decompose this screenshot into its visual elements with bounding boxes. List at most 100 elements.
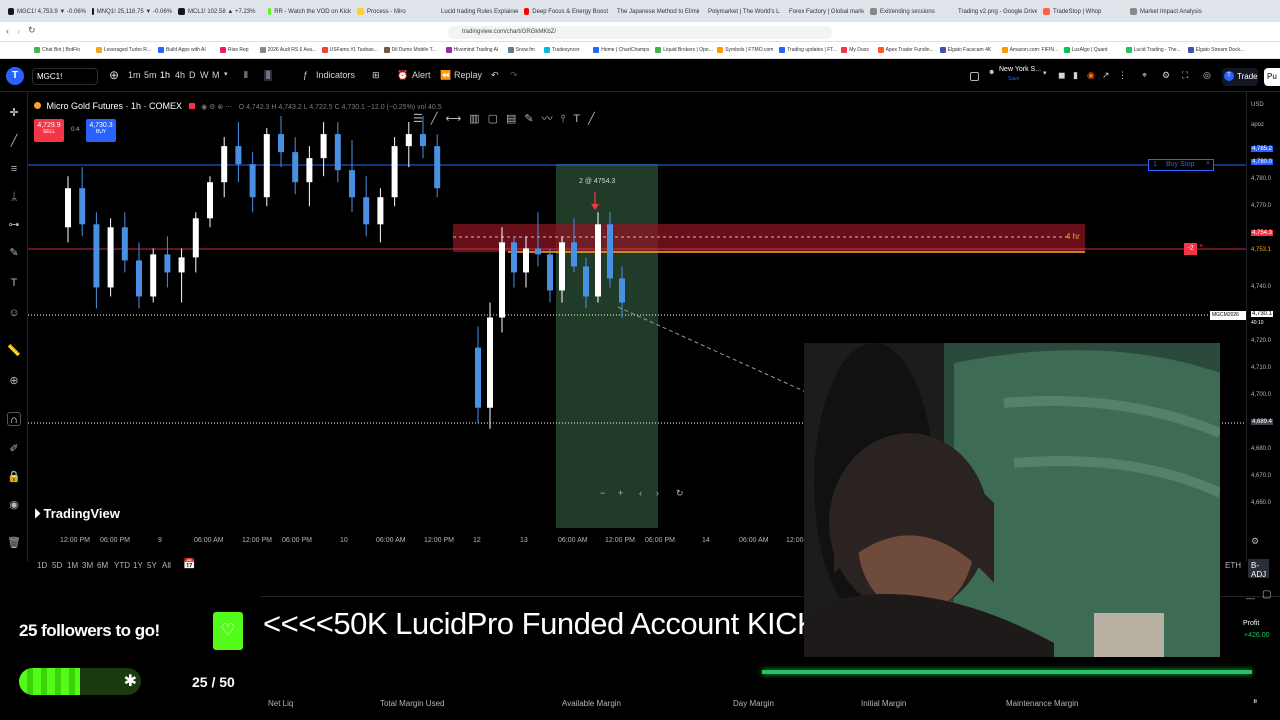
- range-6m[interactable]: 6M: [97, 561, 108, 570]
- browser-tab[interactable]: Deep Focus & Energy Boost: [524, 5, 608, 18]
- interval-w[interactable]: W: [200, 70, 209, 80]
- interval-m[interactable]: M: [212, 70, 220, 80]
- interval-4h[interactable]: 4h: [175, 70, 185, 80]
- alert-button[interactable]: Alert: [412, 70, 431, 80]
- cursor-icon[interactable]: ✛: [7, 106, 21, 120]
- bookmark-item[interactable]: Symbols | FTMO.com: [717, 47, 773, 53]
- trendline-icon[interactable]: ╱: [7, 134, 21, 148]
- bookmark-item[interactable]: Chat Bot | BotFlo: [34, 47, 80, 53]
- scroll-right-icon[interactable]: ›: [656, 488, 659, 498]
- interval-1m[interactable]: 1m: [128, 70, 141, 80]
- forecast-icon[interactable]: ⊶: [7, 218, 21, 232]
- symbol-search-button[interactable]: MGC1!: [32, 68, 98, 85]
- bookmark-item[interactable]: My Duos: [841, 47, 869, 53]
- brush-icon[interactable]: ✎: [7, 246, 21, 260]
- range-5y[interactable]: 5Y: [147, 561, 157, 570]
- range-ytd[interactable]: YTD: [114, 561, 130, 570]
- redo-icon[interactable]: ↷: [510, 70, 518, 81]
- zoom-in-icon[interactable]: +: [618, 488, 623, 498]
- scale-settings-icon[interactable]: ⚙: [1251, 536, 1259, 547]
- stay-drawing-icon[interactable]: ✐: [7, 442, 21, 456]
- forward-icon[interactable]: ›: [17, 26, 20, 36]
- zoom-icon[interactable]: ⊕: [7, 374, 21, 388]
- goto-date-icon[interactable]: 📅: [183, 559, 195, 570]
- layout-checkbox[interactable]: [970, 72, 979, 81]
- bookmark-item[interactable]: Trading updates | FT...: [779, 47, 837, 53]
- undo-icon[interactable]: ↶: [491, 70, 499, 81]
- browser-tab[interactable]: MNQ1! 25,116.75 ▼ -0.06%: [92, 5, 172, 18]
- bookmark-item[interactable]: Apex Trader Fundin...: [877, 47, 934, 53]
- candles-icon[interactable]: ⫼: [264, 70, 273, 81]
- link-icon[interactable]: ↗: [1102, 70, 1110, 81]
- bookmark-item[interactable]: 2026 Audi RS 6 Ava...: [259, 47, 316, 53]
- bookmark-item[interactable]: USFams #1 Taobao...: [321, 47, 378, 53]
- alert-icon[interactable]: ⏰: [397, 70, 408, 81]
- phone-icon[interactable]: ▮: [1073, 70, 1078, 81]
- bookmark-item[interactable]: Snow.fm: [507, 47, 535, 53]
- fib-icon[interactable]: ≡: [7, 162, 21, 176]
- bookmark-item[interactable]: Hivemind Trading AI: [445, 47, 498, 53]
- back-icon[interactable]: ‹: [6, 26, 9, 36]
- user-avatar[interactable]: T: [6, 67, 24, 85]
- position-tag[interactable]: -2 ×: [1184, 243, 1210, 255]
- browser-tab[interactable]: Process - Miro: [357, 5, 432, 18]
- currency-label[interactable]: USD: [1251, 102, 1264, 108]
- browser-tab[interactable]: TradeStop | Whop: [1043, 5, 1124, 18]
- eth-toggle[interactable]: ETH: [1225, 561, 1241, 570]
- settings-icon[interactable]: ⚙: [1162, 70, 1170, 81]
- replay-icon[interactable]: ⏪: [440, 70, 451, 81]
- bookmark-item[interactable]: Tradesyncer: [544, 47, 580, 53]
- browser-tab[interactable]: RR - Watch the VOD on Kick: [268, 5, 351, 18]
- bookmark-item[interactable]: LuxAlgo | Quant: [1063, 47, 1107, 53]
- range-1y[interactable]: 1Y: [133, 561, 143, 570]
- buy-stop-close-icon[interactable]: ×: [1206, 160, 1210, 167]
- bookmark-item[interactable]: Rise Rep: [220, 47, 249, 53]
- bookmark-item[interactable]: Build Apps with AI: [158, 47, 206, 53]
- browser-tab[interactable]: MCL1! 102.58 ▲ +7.23%: [178, 5, 262, 18]
- scale-mode-label[interactable]: apoz: [1251, 122, 1264, 128]
- timezone-label[interactable]: New York S...: [999, 66, 1041, 73]
- range-1m[interactable]: 1M: [67, 561, 78, 570]
- layouts-icon[interactable]: ⊞: [372, 70, 380, 81]
- fav-tools-icon[interactable]: ☰╱⟷▥▢▤✎〰⫯T╱: [413, 113, 603, 125]
- publish-button[interactable]: Pu: [1264, 68, 1280, 86]
- bookmark-item[interactable]: Dil Dumo Mobile T...: [383, 47, 436, 53]
- indicators-icon[interactable]: ƒ: [303, 70, 308, 80]
- interval-d[interactable]: D: [189, 70, 196, 80]
- snapshot-icon[interactable]: ◎: [1203, 70, 1211, 81]
- ruler-icon[interactable]: 📏: [7, 344, 21, 358]
- buy-stop-order-tag[interactable]: 1 Buy Stop ×: [1148, 159, 1214, 171]
- menu-icon[interactable]: ⋮: [1118, 70, 1127, 81]
- layout-icon[interactable]: ◉: [1087, 70, 1095, 81]
- reload-icon[interactable]: ↻: [28, 25, 36, 36]
- url-field[interactable]: tradingview.com/chart/GRGkMKbZ/: [448, 26, 832, 39]
- legend-title[interactable]: Micro Gold Futures · 1h · COMEX: [47, 101, 183, 111]
- add-compare-icon[interactable]: ⊕: [109, 68, 119, 82]
- magnet-icon[interactable]: ∩: [7, 412, 21, 426]
- target-icon[interactable]: ⌖: [1142, 70, 1147, 81]
- buy-button[interactable]: 4,730.3 BUY: [86, 119, 116, 142]
- lock-icon[interactable]: 🔒: [7, 470, 21, 484]
- browser-tab[interactable]: Lucid trading Rules Explained: [438, 5, 518, 18]
- browser-tab[interactable]: Forex Factory | Global markets for: [786, 5, 864, 18]
- bookmark-item[interactable]: Home | ChartChamps: [593, 47, 649, 53]
- interval-5m[interactable]: 5m: [144, 70, 157, 80]
- range-3m[interactable]: 3M: [82, 561, 93, 570]
- trash-icon[interactable]: 🗑: [7, 536, 21, 550]
- browser-tab[interactable]: The Japanese Method to Eliminate: [614, 5, 699, 18]
- browser-tab[interactable]: Trading v2.png - Google Drive: [955, 5, 1037, 18]
- sell-button[interactable]: 4,729.9 SELL: [34, 119, 64, 142]
- hide-icon[interactable]: ◉: [7, 498, 21, 512]
- range-1d[interactable]: 1D: [37, 561, 47, 570]
- bookmark-item[interactable]: Elgato Facecam 4K: [939, 47, 991, 53]
- range-all[interactable]: All: [162, 561, 171, 570]
- pattern-icon[interactable]: ᛦ: [7, 190, 21, 204]
- interval-dropdown-icon[interactable]: ▾: [224, 70, 228, 78]
- emoji-icon[interactable]: ☺: [7, 306, 21, 320]
- reset-chart-icon[interactable]: ↻: [676, 488, 684, 499]
- minimize-panel-icon[interactable]: —: [1246, 593, 1255, 603]
- range-5d[interactable]: 5D: [52, 561, 62, 570]
- text-icon[interactable]: T: [7, 276, 21, 290]
- save-label[interactable]: Save: [1008, 76, 1019, 82]
- zoom-out-icon[interactable]: −: [600, 488, 605, 498]
